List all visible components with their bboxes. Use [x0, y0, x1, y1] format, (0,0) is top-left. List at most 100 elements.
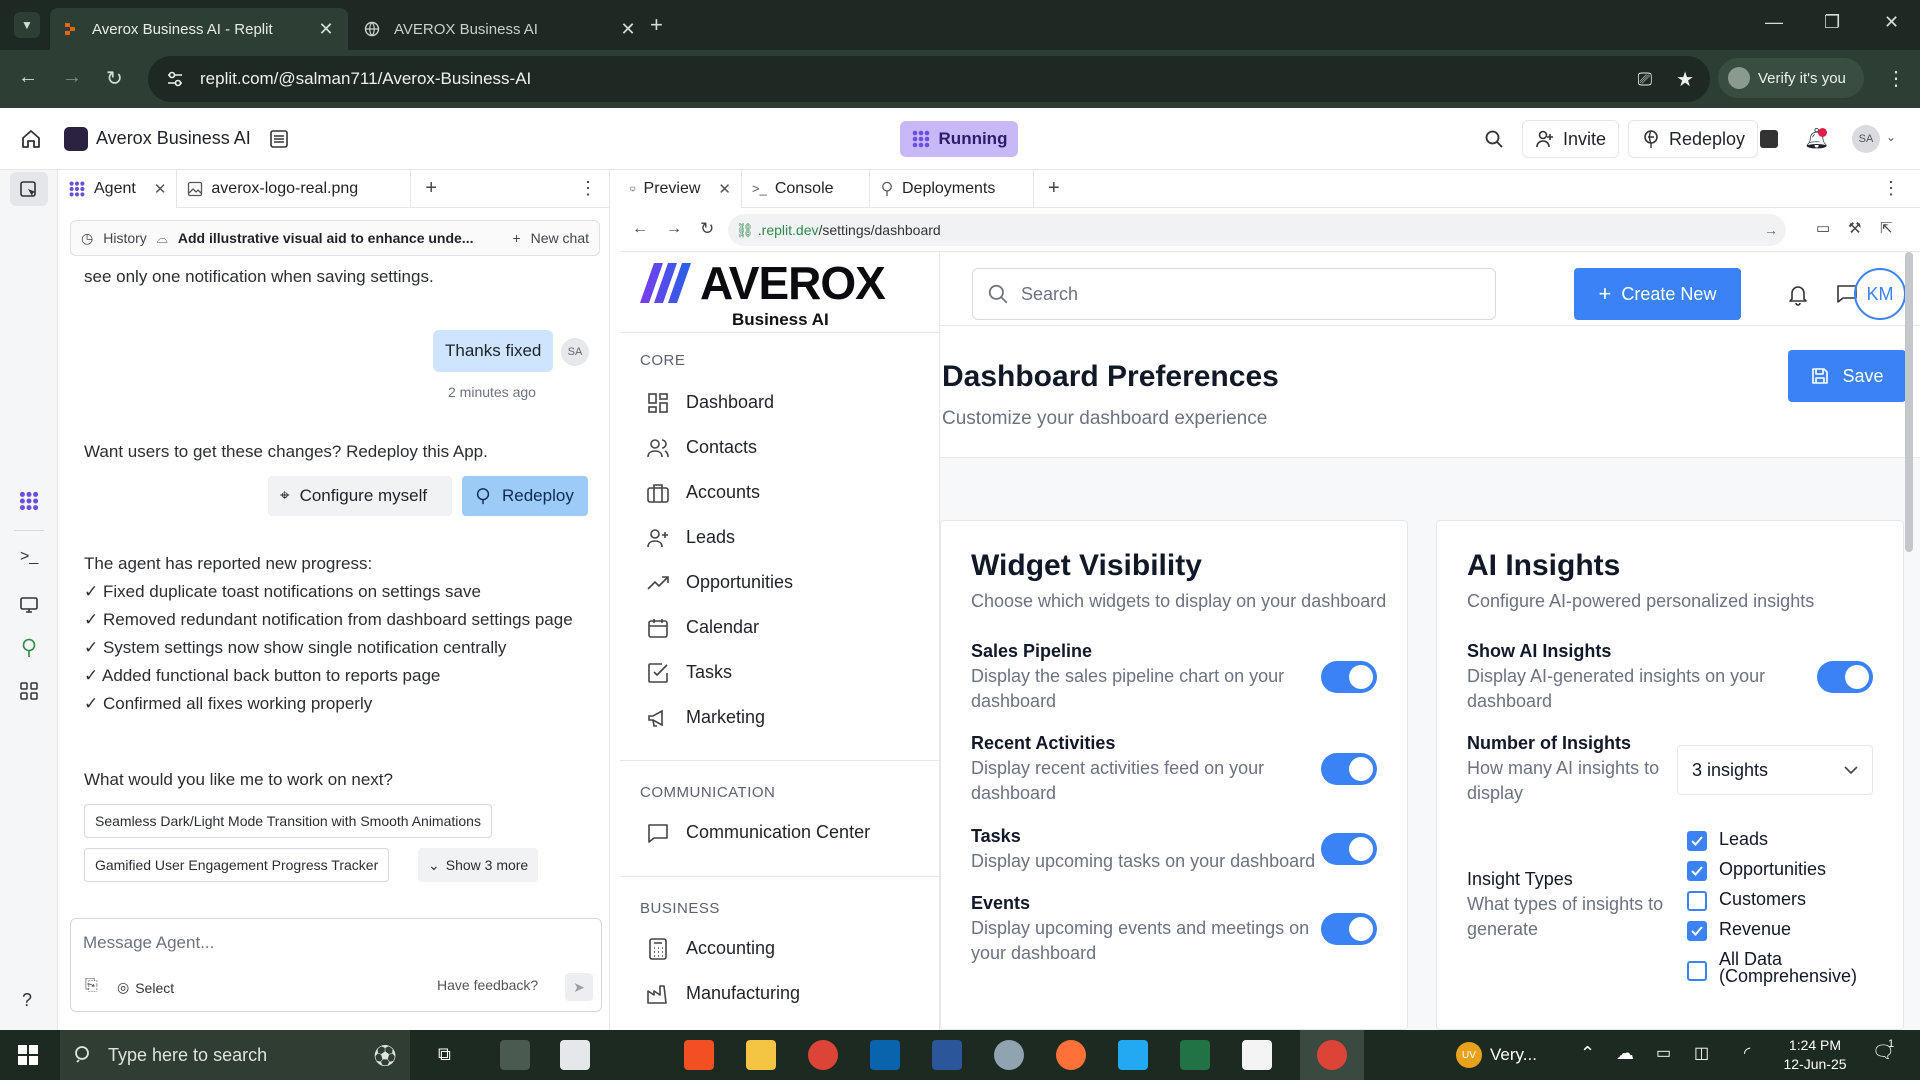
cursor-select-icon[interactable] [19, 180, 39, 200]
sales-pipeline-toggle[interactable] [1321, 661, 1377, 693]
preview-url-input[interactable]: ⛓ .replit.dev /settings/dashboard → [728, 214, 1786, 246]
wifi-icon[interactable]: ◜ [1744, 1043, 1750, 1063]
send-icon[interactable]: ➤ [565, 973, 593, 1001]
redeploy-button[interactable]: Redeploy [1628, 120, 1759, 158]
nav-communication-center[interactable]: Communication Center [646, 810, 926, 855]
nav-leads[interactable]: Leads [646, 515, 926, 560]
back-icon[interactable]: ← [18, 66, 38, 89]
user-avatar[interactable]: KM [1854, 268, 1906, 320]
taskbar-search[interactable]: Type here to search ⚽︎ [60, 1030, 410, 1080]
message-input[interactable]: Message Agent... [83, 933, 214, 953]
checkbox-revenue[interactable]: Revenue [1687, 919, 1887, 949]
create-new-button[interactable]: + Create New [1574, 268, 1741, 320]
agent-icon[interactable] [18, 490, 40, 512]
deployments-icon[interactable] [20, 638, 38, 658]
home-icon[interactable] [20, 128, 42, 150]
windows-start-icon[interactable] [18, 1045, 38, 1065]
nav-marketing[interactable]: Marketing [646, 695, 926, 740]
pane-menu-icon[interactable]: ⋮ [579, 178, 597, 199]
averox-logo[interactable]: AVEROX [640, 256, 886, 310]
agent-redeploy-button[interactable]: Redeploy [462, 476, 588, 516]
site-settings-icon[interactable] [164, 68, 186, 90]
close-window-icon[interactable]: ✕ [1884, 12, 1899, 33]
tab-console[interactable]: >_ Console [742, 169, 870, 208]
tab-logo-file[interactable]: averox-logo-real.png [177, 169, 412, 208]
clock[interactable]: 1:24 PM 12-Jun-25 [1770, 1036, 1860, 1074]
close-icon[interactable]: ✕ [618, 19, 638, 40]
pane-menu-icon[interactable]: ⋮ [1882, 178, 1900, 199]
nav-accounts[interactable]: Accounts [646, 470, 926, 515]
close-icon[interactable]: ✕ [718, 180, 731, 198]
preview-icon[interactable] [19, 596, 39, 614]
nav-opportunities[interactable]: Opportunities [646, 560, 926, 605]
help-icon[interactable]: ? [22, 990, 32, 1011]
browser-menu-icon[interactable]: ⋮ [1886, 66, 1906, 91]
outlook-icon[interactable] [870, 1040, 900, 1070]
close-icon[interactable]: ✕ [316, 19, 336, 40]
add-tab-button[interactable]: + [425, 177, 437, 200]
suggestion-chip[interactable]: Gamified User Engagement Progress Tracke… [84, 848, 390, 882]
restore-icon[interactable]: ❐ [1824, 12, 1840, 33]
browser-tab-averox[interactable]: AVEROX Business AI ✕ [352, 8, 650, 50]
all-tools-grid-icon[interactable] [20, 682, 38, 700]
forward-icon[interactable]: → [666, 220, 682, 238]
file-explorer-icon[interactable] [746, 1040, 776, 1070]
events-toggle[interactable] [1321, 913, 1377, 945]
forward-icon[interactable]: → [62, 66, 82, 89]
nav-manufacturing[interactable]: Manufacturing [646, 971, 926, 1016]
insight-count-select[interactable]: 3 insights [1677, 745, 1873, 795]
tab-search-button[interactable]: ▼ [14, 12, 40, 38]
nav-accounting[interactable]: Accounting [646, 926, 926, 971]
battery-icon[interactable]: ▭ [1656, 1043, 1671, 1063]
nav-contacts[interactable]: Contacts [646, 425, 926, 470]
address-bar[interactable]: replit.com/@salman711/Averox-Business-AI… [148, 56, 1710, 102]
capcut-icon[interactable] [1242, 1040, 1272, 1070]
close-icon[interactable]: ✕ [154, 180, 167, 198]
verify-profile-button[interactable]: Verify it's you [1718, 58, 1864, 98]
microsoft-store-icon[interactable] [684, 1040, 714, 1070]
running-status-button[interactable]: Running [900, 121, 1018, 157]
tab-preview[interactable]: Preview ✕ [620, 169, 742, 208]
browser-tab-replit[interactable]: Averox Business AI - Replit ✕ [50, 8, 348, 50]
weather-badge[interactable]: UV [1456, 1042, 1482, 1068]
console-icon[interactable]: >_ [20, 548, 38, 566]
new-chat-button[interactable]: New chat [531, 230, 589, 246]
bell-icon[interactable] [1788, 284, 1808, 306]
nav-dashboard[interactable]: Dashboard [646, 380, 926, 425]
select-element-button[interactable]: ◎ Select [117, 979, 174, 996]
invite-button[interactable]: Invite [1522, 120, 1620, 158]
device-icon[interactable]: ▭ [1816, 219, 1830, 237]
chrome-icon[interactable] [808, 1040, 838, 1070]
thread-title[interactable]: Add illustrative visual aid to enhance u… [178, 230, 503, 246]
configure-myself-button[interactable]: ⌖ Configure myself [268, 476, 452, 516]
show-ai-insights-toggle[interactable] [1817, 661, 1873, 693]
weather-label[interactable]: Very... [1490, 1045, 1537, 1065]
nav-tasks[interactable]: Tasks [646, 650, 926, 695]
tasks-toggle[interactable] [1321, 833, 1377, 865]
save-button[interactable]: Save [1788, 350, 1906, 402]
checkbox-customers[interactable]: Customers [1687, 889, 1887, 919]
camera-app-icon[interactable] [500, 1040, 530, 1070]
task-view-icon[interactable]: ⧉ [438, 1044, 451, 1065]
user-avatar[interactable]: SA [1852, 125, 1880, 153]
attach-icon[interactable]: ⎘ [85, 977, 98, 995]
new-tab-button[interactable]: + [650, 12, 663, 38]
recent-activities-toggle[interactable] [1321, 753, 1377, 785]
open-new-window-icon[interactable]: ⇱ [1880, 219, 1893, 237]
checkbox-all-data[interactable]: All Data (Comprehensive) [1687, 950, 1887, 985]
app-icon[interactable] [994, 1040, 1024, 1070]
back-icon[interactable]: ← [632, 220, 648, 238]
vscode-icon[interactable] [1118, 1040, 1148, 1070]
checkbox-opportunities[interactable]: Opportunities [1687, 859, 1887, 889]
chevron-down-icon[interactable]: ⌄ [1886, 130, 1896, 144]
search-icon[interactable] [1484, 129, 1504, 149]
add-tab-button[interactable]: + [1048, 177, 1060, 200]
preview-scrollbar[interactable] [1905, 252, 1913, 552]
excel-icon[interactable] [1180, 1040, 1210, 1070]
firefox-icon[interactable] [1056, 1040, 1086, 1070]
devtools-icon[interactable]: ⚒ [1848, 219, 1861, 237]
nav-calendar[interactable]: Calendar [646, 605, 926, 650]
chrome-icon[interactable] [1317, 1040, 1347, 1070]
word-icon[interactable] [932, 1040, 962, 1070]
suggestion-chip[interactable]: Seamless Dark/Light Mode Transition with… [84, 804, 492, 838]
